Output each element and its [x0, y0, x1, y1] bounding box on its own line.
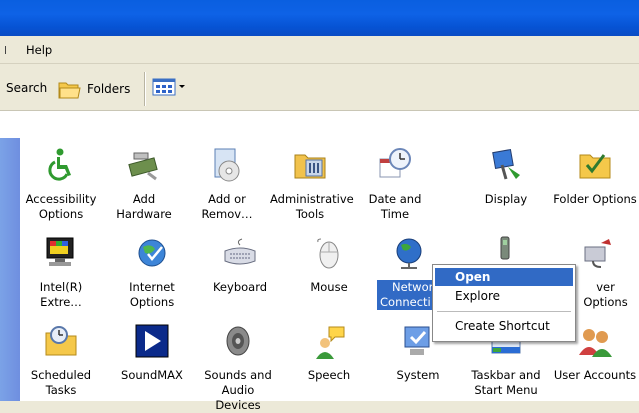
- mouse-icon: [317, 238, 339, 269]
- item-label-line2: Tasks: [45, 383, 77, 397]
- add-hardware-icon: [128, 152, 158, 181]
- item-label-line1: Accessibility: [25, 192, 97, 206]
- item-label-line2: Start Menu: [474, 383, 538, 397]
- address-area: [0, 111, 639, 138]
- internet-options-icon: [138, 239, 166, 267]
- context-menu-separator: [437, 311, 571, 312]
- item-label-line1: Intel(R): [39, 280, 83, 294]
- date-time-icon: [379, 148, 411, 178]
- folder-options-icon: [579, 154, 611, 179]
- display-icon: [492, 148, 520, 180]
- item-label-line2: Remov…: [201, 207, 253, 221]
- menu-separator: [5, 46, 6, 54]
- item-label-line1: Speech: [307, 368, 351, 382]
- item-label-line1: Keyboard: [212, 280, 268, 294]
- item-label-line1: Display: [484, 192, 528, 206]
- toolbar-divider: [144, 72, 145, 106]
- folders-label: Folders: [87, 82, 131, 96]
- soundmax-icon: [135, 324, 169, 358]
- sounds-audio-icon: [226, 326, 250, 356]
- system-icon: [404, 326, 430, 355]
- speech-icon: [316, 326, 345, 359]
- intel-graphics-icon: [46, 237, 74, 266]
- item-label-line1: Internet: [129, 280, 175, 294]
- item-label-line1: Taskbar and: [471, 368, 541, 382]
- keyboard-icon: [224, 238, 256, 265]
- scheduled-tasks-icon: [45, 326, 77, 356]
- context-menu-create-shortcut[interactable]: Create Shortcut: [435, 317, 573, 335]
- item-label-line1: Mouse: [310, 280, 348, 294]
- item-label-line1: Date and Time: [368, 192, 422, 221]
- menu-help[interactable]: Help: [26, 43, 52, 57]
- folders-button[interactable]: Folders: [57, 75, 130, 103]
- context-menu: Open Explore Create Shortcut: [432, 264, 576, 342]
- item-label-line1: User Accounts: [553, 368, 637, 382]
- item-label-line1: System: [396, 368, 440, 382]
- network-connections-icon: [396, 238, 422, 269]
- item-label-line2: Tools: [295, 207, 325, 221]
- administrative-tools-icon: [294, 154, 326, 179]
- item-label-line1: Sounds and: [204, 368, 272, 382]
- item-label-line1: Administrative: [270, 192, 354, 206]
- item-label-line1: Scheduled: [30, 368, 92, 382]
- toolbar: Search Folders: [0, 64, 639, 111]
- item-label-line2: Connecti: [377, 295, 432, 310]
- task-pane: [0, 138, 20, 401]
- views-icon: [152, 78, 176, 96]
- item-label-line1: Add Hardware: [116, 192, 172, 221]
- accessibility-icon: [48, 148, 71, 181]
- context-menu-open[interactable]: Open: [435, 268, 573, 286]
- item-label-line2: Extre…: [40, 295, 82, 309]
- item-label-line1: Networ: [377, 280, 436, 295]
- user-accounts-icon: [579, 329, 612, 357]
- item-label-line1: Folder Options: [553, 192, 637, 206]
- item-label-line2: Audio Devices: [215, 383, 261, 412]
- item-label-line1: Add or: [208, 192, 246, 206]
- views-button[interactable]: [152, 77, 186, 97]
- folders-icon: [58, 82, 81, 99]
- power-options-icon: [584, 239, 611, 268]
- search-button[interactable]: Search: [6, 81, 47, 95]
- item-label-line2: Options: [38, 207, 84, 221]
- context-menu-explore[interactable]: Explore: [435, 287, 573, 305]
- item-label-line1: SoundMAX: [121, 368, 183, 382]
- title-bar[interactable]: [0, 0, 639, 36]
- item-label-line2: Options: [129, 295, 175, 309]
- menu-bar: Help: [0, 37, 639, 64]
- chevron-down-icon: [179, 85, 185, 88]
- add-remove-programs-icon: [214, 148, 240, 182]
